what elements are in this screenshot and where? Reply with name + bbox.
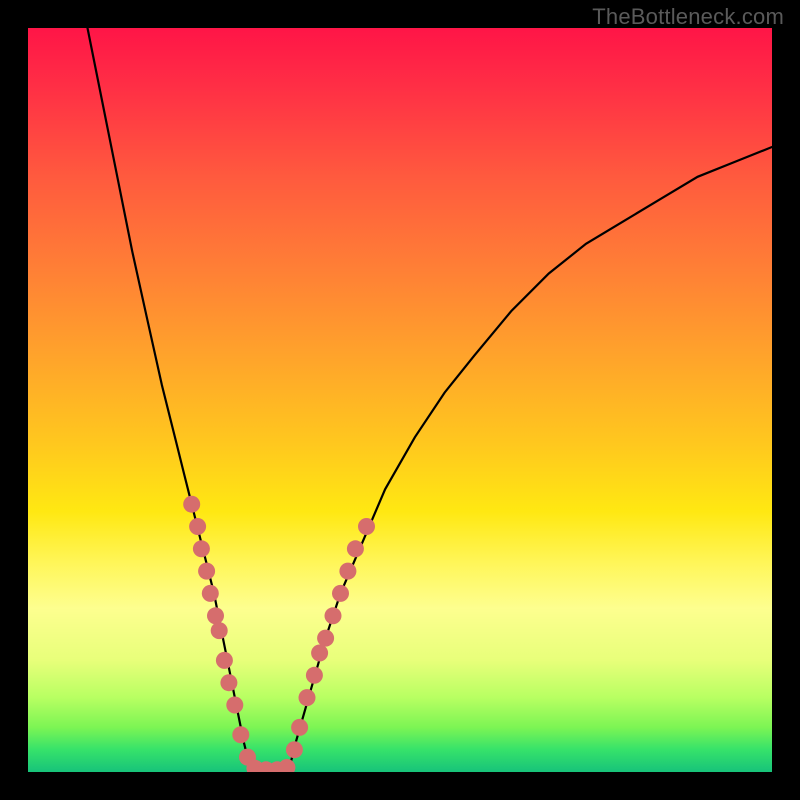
scatter-points	[183, 496, 375, 772]
scatter-dot	[332, 585, 349, 602]
scatter-dot	[220, 674, 237, 691]
right-curve	[288, 147, 772, 772]
scatter-dot	[286, 741, 303, 758]
scatter-dot	[347, 540, 364, 557]
watermark-text: TheBottleneck.com	[592, 4, 784, 30]
scatter-dot	[198, 563, 215, 580]
curve-layer	[28, 28, 772, 772]
scatter-dot	[339, 563, 356, 580]
scatter-dot	[193, 540, 210, 557]
scatter-dot	[317, 630, 334, 647]
scatter-dot	[207, 607, 224, 624]
scatter-dot	[216, 652, 233, 669]
scatter-dot	[211, 622, 228, 639]
scatter-dot	[278, 759, 295, 772]
chart-frame: TheBottleneck.com	[0, 0, 800, 800]
plot-area	[28, 28, 772, 772]
scatter-dot	[189, 518, 206, 535]
scatter-dot	[306, 667, 323, 684]
scatter-dot	[183, 496, 200, 513]
scatter-dot	[311, 645, 328, 662]
scatter-dot	[226, 697, 243, 714]
scatter-dot	[299, 689, 316, 706]
scatter-dot	[202, 585, 219, 602]
scatter-dot	[291, 719, 308, 736]
scatter-dot	[358, 518, 375, 535]
scatter-dot	[232, 726, 249, 743]
scatter-dot	[325, 607, 342, 624]
